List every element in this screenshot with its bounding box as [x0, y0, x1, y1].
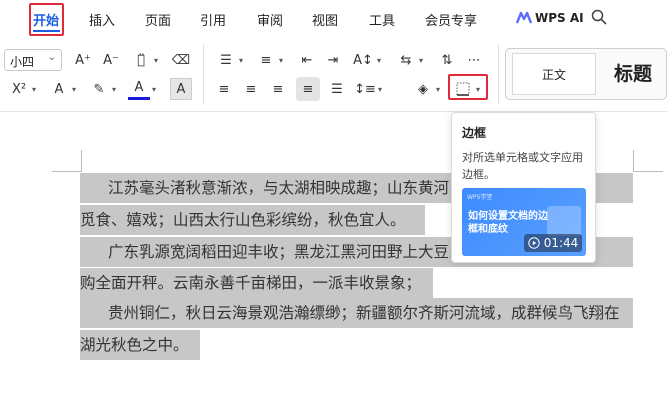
char-shading-icon[interactable]: A: [170, 78, 192, 100]
chevron-down-icon[interactable]: ▾: [239, 56, 243, 65]
tooltip-title: 边框: [462, 126, 487, 140]
increase-indent-icon[interactable]: ⇥: [322, 49, 344, 71]
chevron-down-icon: ⌄: [47, 52, 56, 63]
tab-page[interactable]: 页面: [145, 10, 171, 29]
video-decoration: [547, 206, 581, 236]
play-icon: [528, 237, 540, 249]
chevron-down-icon[interactable]: ▾: [279, 56, 283, 65]
video-title: 如何设置文档的边框和底纹: [468, 211, 548, 235]
phonetic-guide-icon[interactable]: 文̈: [130, 49, 152, 71]
shrink-font-icon[interactable]: A⁻: [100, 49, 122, 71]
superscript-icon[interactable]: X²: [8, 78, 30, 100]
numbered-list-icon[interactable]: ≡: [255, 49, 277, 71]
video-brand: WPS学堂: [467, 194, 493, 201]
chevron-down-icon[interactable]: ▾: [72, 85, 76, 94]
style-title[interactable]: 标题: [614, 59, 652, 86]
chevron-down-icon[interactable]: ▾: [436, 85, 440, 94]
bullet-list-icon[interactable]: ☰: [215, 49, 237, 71]
chevron-down-icon[interactable]: ▾: [112, 85, 116, 94]
paragraph-line[interactable]: 觅食、嬉戏；山西太行山色彩缤纷，秋色宜人。: [80, 205, 425, 235]
paragraph-line[interactable]: 贵州铜仁，秋日云海景观浩瀚缥缈；新疆额尔齐斯河流域，成群候鸟飞翔在: [80, 298, 633, 328]
align-center-icon[interactable]: ≡: [240, 78, 262, 100]
change-case-icon[interactable]: ⇆: [395, 49, 417, 71]
highlight-icon[interactable]: ✎: [88, 78, 110, 100]
chevron-down-icon[interactable]: ▾: [377, 56, 381, 65]
active-tab-highlight: [29, 3, 64, 36]
line-spacing-icon[interactable]: ↕≡: [354, 78, 376, 100]
search-icon[interactable]: [591, 9, 607, 25]
font-color-icon[interactable]: A: [128, 78, 150, 100]
style-normal[interactable]: 正文: [512, 53, 596, 95]
tab-tools[interactable]: 工具: [369, 10, 395, 29]
chevron-down-icon[interactable]: ▾: [32, 85, 36, 94]
grow-font-icon[interactable]: A⁺: [72, 49, 94, 71]
chevron-down-icon[interactable]: ▾: [378, 85, 382, 94]
distribute-icon[interactable]: ☰: [326, 78, 348, 100]
page-corner-marker: [633, 150, 663, 172]
text-effect-icon[interactable]: A: [48, 78, 70, 100]
wps-ai-button[interactable]: WPS AI: [535, 11, 584, 25]
font-size-select[interactable]: 小四 ⌄: [4, 49, 62, 71]
page-corner-marker: [52, 150, 82, 172]
video-duration-badge: 01:44: [524, 234, 582, 252]
sort-icon[interactable]: ⇅: [436, 49, 458, 71]
tooltip-description: 对所选单元格或文字应用边框。: [462, 151, 583, 181]
align-right-icon[interactable]: ≡: [267, 78, 289, 100]
divider: [498, 44, 499, 104]
tab-view[interactable]: 视图: [312, 10, 338, 29]
chevron-down-icon[interactable]: ▾: [154, 56, 158, 65]
align-left-icon[interactable]: ≡: [213, 78, 235, 100]
shading-icon[interactable]: ◈: [412, 78, 434, 100]
border-button-highlight: [448, 74, 488, 100]
tab-references[interactable]: 引用: [200, 10, 226, 29]
justify-icon[interactable]: ≡: [296, 77, 320, 101]
chevron-down-icon[interactable]: ▾: [419, 56, 423, 65]
tutorial-video-thumbnail[interactable]: WPS学堂 如何设置文档的边框和底纹 01:44: [462, 188, 586, 256]
menu-bar: 开始 插入 页面 引用 审阅 视图 工具 会员专享 WPS AI: [0, 0, 667, 36]
divider: [203, 44, 204, 104]
ribbon-toolbar: 小四 ⌄ A⁺ A⁻ 文̈ ▾ ⌫ X² ▾ A ▾ ✎ ▾ A ▾ A ☰ ▾…: [0, 36, 667, 112]
tab-member[interactable]: 会员专享: [425, 10, 477, 29]
clear-format-icon[interactable]: ⌫: [170, 49, 192, 71]
decrease-indent-icon[interactable]: ⇤: [296, 49, 318, 71]
text-direction-icon[interactable]: A↕: [352, 49, 374, 71]
show-marks-icon[interactable]: ⋯: [463, 49, 485, 71]
tab-review[interactable]: 审阅: [257, 10, 283, 29]
chevron-down-icon[interactable]: ▾: [152, 85, 156, 94]
wps-ai-logo-icon: [516, 11, 532, 24]
tab-insert[interactable]: 插入: [89, 10, 115, 29]
border-tooltip: 边框 对所选单元格或文字应用边框。 WPS学堂 如何设置文档的边框和底纹 01:…: [451, 112, 596, 263]
paragraph-line[interactable]: 湖光秋色之中。: [80, 330, 200, 360]
font-size-value: 小四: [10, 55, 35, 69]
paragraph-line[interactable]: 购全面开秤。云南永善千亩梯田，一派丰收景象；: [80, 268, 433, 298]
video-duration: 01:44: [543, 236, 579, 250]
